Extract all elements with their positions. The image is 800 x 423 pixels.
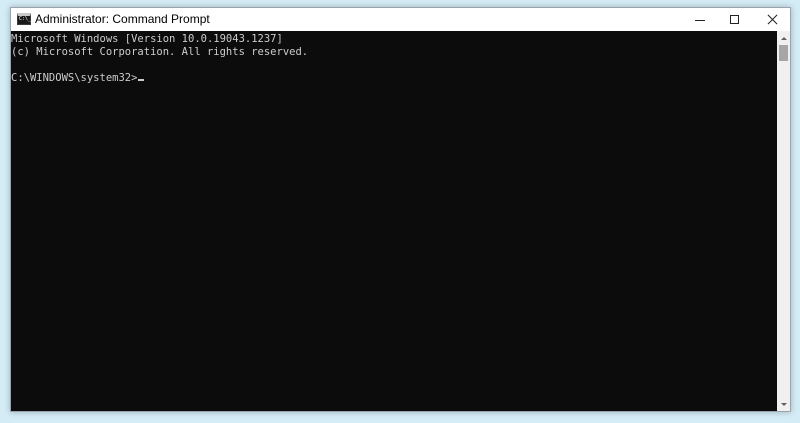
console-line-copyright: (c) Microsoft Corporation. All rights re…: [11, 46, 309, 58]
window-title: Administrator: Command Prompt: [35, 12, 210, 26]
scroll-up-button[interactable]: [777, 31, 790, 45]
console-line-version: Microsoft Windows [Version 10.0.19043.12…: [11, 33, 283, 45]
vertical-scrollbar[interactable]: [777, 31, 790, 411]
arrow-up-icon: [780, 36, 787, 40]
cmd-icon[interactable]: [17, 13, 31, 25]
title-bar[interactable]: Administrator: Command Prompt: [11, 8, 790, 31]
close-button[interactable]: [755, 8, 789, 31]
arrow-down-icon: [780, 402, 787, 406]
maximize-icon: [729, 15, 739, 24]
scroll-thumb[interactable]: [779, 45, 788, 61]
prompt-text: C:\WINDOWS\system32>: [11, 72, 138, 84]
minimize-button[interactable]: [683, 8, 717, 31]
close-icon: [767, 14, 778, 25]
console-prompt-line[interactable]: C:\WINDOWS\system32>: [11, 72, 778, 85]
scroll-down-button[interactable]: [777, 397, 790, 411]
command-prompt-window: Administrator: Command Prompt Microsoft …: [10, 7, 791, 412]
minimize-icon: [695, 19, 705, 21]
console-output[interactable]: Microsoft Windows [Version 10.0.19043.12…: [11, 31, 778, 411]
text-cursor: [138, 79, 145, 81]
maximize-button[interactable]: [717, 8, 751, 31]
